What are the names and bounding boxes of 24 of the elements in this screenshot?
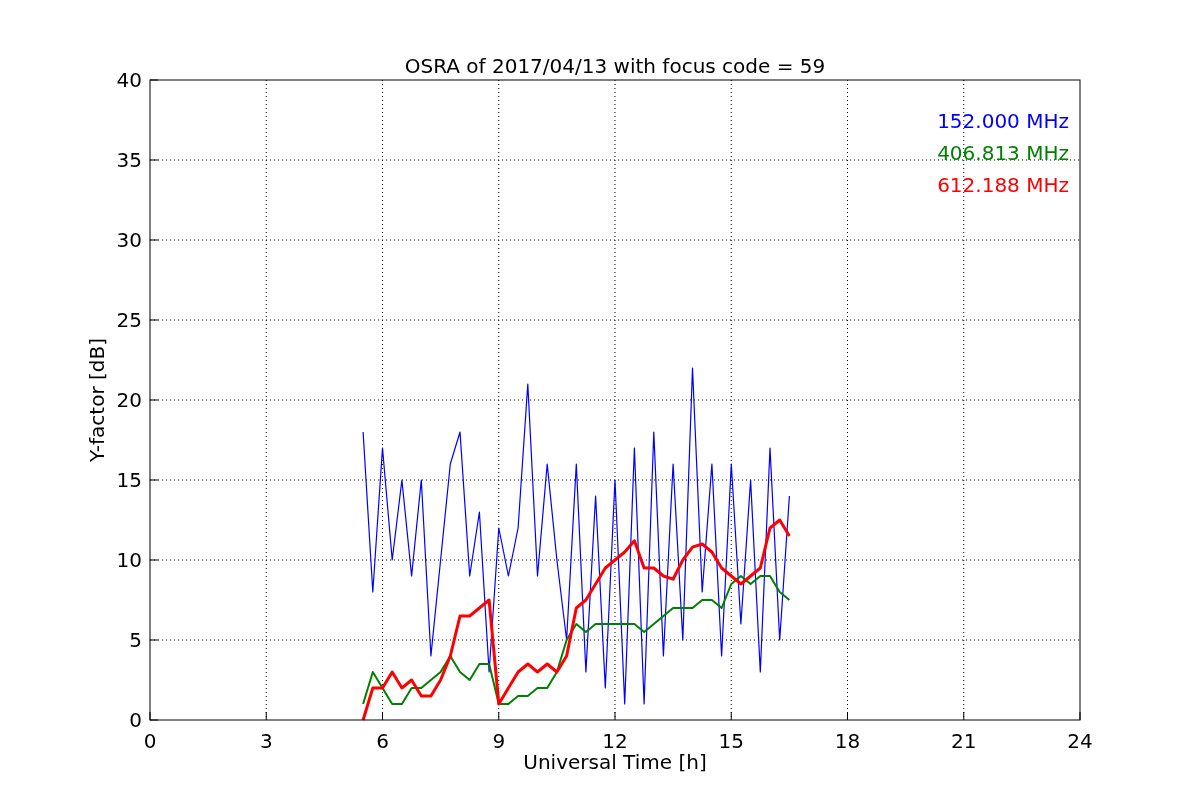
x-tick-label: 21 <box>951 729 977 753</box>
y-tick-label: 30 <box>116 228 142 252</box>
x-tick-label: 6 <box>376 729 389 753</box>
chart-title: OSRA of 2017/04/13 with focus code = 59 <box>404 54 826 78</box>
y-tick-label: 40 <box>116 68 142 92</box>
y-tick-label: 20 <box>116 388 142 412</box>
legend-label: 612.188 MHz <box>937 173 1069 197</box>
x-tick-label: 0 <box>143 729 157 753</box>
y-tick-label: 10 <box>116 548 142 572</box>
x-tick-label: 24 <box>1067 729 1093 753</box>
legend-label: 406.813 MHz <box>937 141 1069 165</box>
x-axis-label: Universal Time [h] <box>523 750 707 774</box>
x-tick-label: 18 <box>834 729 861 753</box>
y-tick-label: 5 <box>129 628 142 652</box>
y-axis-label: Y-factor [dB] <box>85 338 109 462</box>
y-tick-label: 15 <box>116 468 142 492</box>
x-tick-label: 9 <box>492 729 506 753</box>
x-tick-label: 15 <box>718 729 744 753</box>
y-tick-label: 25 <box>116 308 142 332</box>
x-tick-label: 3 <box>259 729 273 753</box>
y-tick-label: 0 <box>129 708 142 732</box>
legend-label: 152.000 MHz <box>937 109 1069 133</box>
x-tick-label: 12 <box>602 729 628 753</box>
y-tick-label: 35 <box>116 148 142 172</box>
